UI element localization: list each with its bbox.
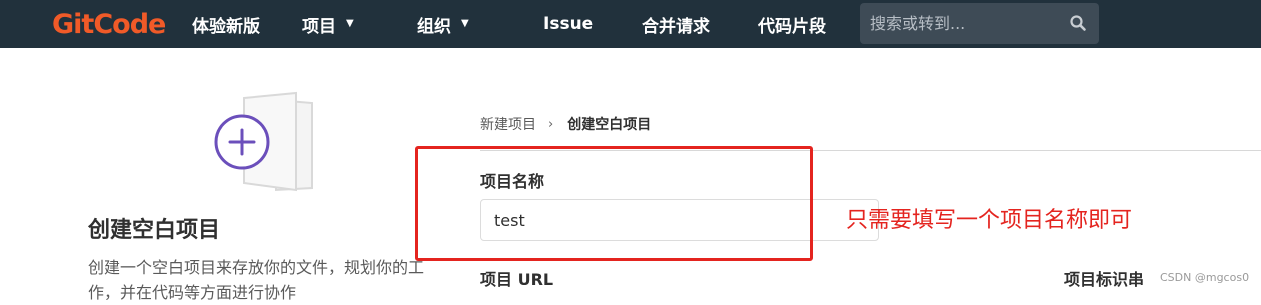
project-url-label: 项目 URL <box>480 270 554 289</box>
chevron-down-icon: ▼ <box>461 17 469 29</box>
nav-item-new-version[interactable]: 体验新版 <box>192 0 260 48</box>
search-box[interactable] <box>860 3 1099 44</box>
nav-item-label: 组织 <box>417 16 451 37</box>
gitcode-logo[interactable]: GitCode <box>52 6 166 42</box>
breadcrumb-current: 创建空白项目 <box>567 117 652 133</box>
nav-item-projects[interactable]: 项目 ▼ <box>302 0 354 48</box>
breadcrumb-parent-link[interactable]: 新建项目 <box>480 114 536 134</box>
nav-item-groups[interactable]: 组织 ▼ <box>417 0 469 48</box>
search-input[interactable] <box>870 3 1060 44</box>
project-slug-label: 项目标识串 <box>1064 270 1145 289</box>
top-navbar: GitCode 体验新版 项目 ▼ 组织 ▼ Issue 合并请求 代码片段 <box>0 0 1261 48</box>
breadcrumb-separator: › <box>548 116 554 132</box>
nav-item-snippets[interactable]: 代码片段 <box>758 0 826 48</box>
breadcrumb: 新建项目 › 创建空白项目 <box>480 114 651 134</box>
panel-description: 创建一个空白项目来存放你的文件，规划你的工作，并在代码等方面进行协作 <box>88 258 425 302</box>
plus-document-icon <box>214 91 313 192</box>
nav-item-label: Issue <box>543 14 594 34</box>
chevron-down-icon: ▼ <box>346 17 354 29</box>
annotation-note: 只需要填写一个项目名称即可 <box>846 208 1133 233</box>
nav-item-label: 体验新版 <box>192 16 260 37</box>
nav-item-label: 代码片段 <box>758 16 826 37</box>
annotation-highlight-box <box>415 146 813 261</box>
nav-item-label: 项目 <box>302 16 336 37</box>
watermark: CSDN @mgcos0 <box>1160 271 1250 284</box>
nav-item-issues[interactable]: Issue <box>543 0 593 48</box>
nav-item-merge-requests[interactable]: 合并请求 <box>642 0 710 48</box>
search-icon[interactable] <box>1069 14 1087 32</box>
panel-title: 创建空白项目 <box>88 218 221 243</box>
nav-item-label: 合并请求 <box>642 16 710 37</box>
